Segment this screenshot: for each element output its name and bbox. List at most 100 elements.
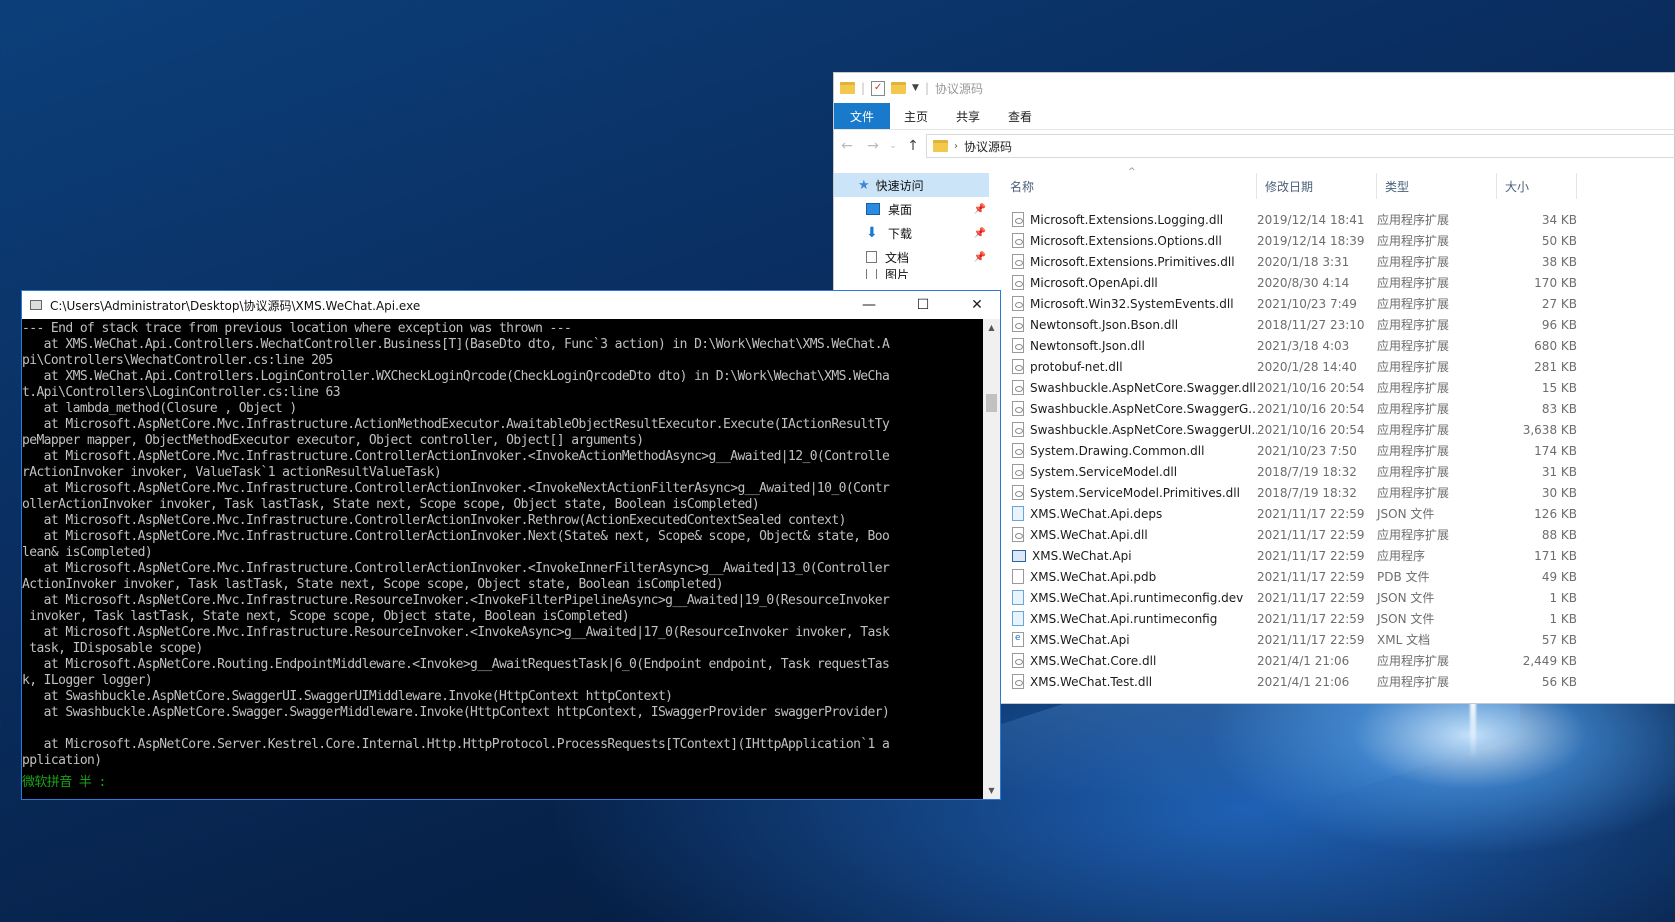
list-item[interactable]: Microsoft.OpenApi.dll 2020/8/30 4:14 应用程序扩… [1002,272,1674,293]
file-name-cell: XMS.WeChat.Api.pdb [1002,569,1257,584]
nav-item-desktop[interactable]: 桌面 📌 [834,197,994,221]
list-item[interactable]: Newtonsoft.Json.Bson.dll 2018/11/27 23:10… [1002,314,1674,335]
list-item[interactable]: Microsoft.Extensions.Options.dll 2019/12/… [1002,230,1674,251]
list-item[interactable]: XMS.WeChat.Core.dll 2021/4/1 21:06 应用程序扩展 2… [1002,650,1674,671]
file-size: 174 KB [1534,443,1577,458]
column-header-date[interactable]: 修改日期 [1257,173,1377,199]
file-type: 应用程序扩展 [1377,402,1450,416]
wallpaper-light-core [1470,700,1476,760]
dll-file-icon [1012,233,1024,248]
scroll-up-icon[interactable]: ▲ [983,319,1000,336]
dll-file-icon [1012,443,1024,458]
file-type: 应用程序扩展 [1377,360,1450,374]
list-item[interactable]: System.Drawing.Common.dll 2021/10/23 7:50… [1002,440,1674,461]
list-item[interactable]: Microsoft.Extensions.Logging.dll 2019/12/… [1002,209,1674,230]
console-line: pi\Controllers\WechatController.cs:line … [22,353,333,368]
list-item[interactable]: Swashbuckle.AspNetCore.SwaggerUI... 2021/… [1002,419,1674,440]
console-line: at lambda_method(Closure , Object ) [22,401,298,416]
file-date: 2021/11/17 22:59 [1257,569,1365,584]
tab-view[interactable]: 查看 [994,103,1046,129]
console-app-icon[interactable] [30,300,42,310]
file-name-cell: Microsoft.OpenApi.dll [1002,275,1257,290]
scroll-down-icon[interactable]: ▼ [983,782,1000,799]
file-type: JSON 文件 [1377,612,1435,626]
list-item-partial[interactable] [1002,199,1674,209]
nav-item-documents[interactable]: 文档 📌 [834,245,994,269]
dll-file-icon [1012,317,1024,332]
up-icon[interactable]: ↑ [900,138,926,154]
tab-file[interactable]: 文件 [834,103,891,129]
file-name-cell: Swashbuckle.AspNetCore.SwaggerG... [1002,401,1257,416]
nav-item-quick-access[interactable]: ★ 快速访问 [834,173,989,197]
recent-locations-icon[interactable]: ⌄ [886,141,900,151]
list-item[interactable]: XMS.WeChat.Api 2021/11/17 22:59 应用程序 171 KB [1002,545,1674,566]
address-bar[interactable]: › 协议源码 [926,134,1675,158]
list-item[interactable]: XMS.WeChat.Test.dll 2021/4/1 21:06 应用程序扩展 5… [1002,671,1674,692]
dll-file-icon [1012,359,1024,374]
list-item[interactable]: protobuf-net.dll 2020/1/28 14:40 应用程序扩展 281… [1002,356,1674,377]
list-item[interactable]: Swashbuckle.AspNetCore.Swagger.dll 2021/1… [1002,377,1674,398]
list-item[interactable]: System.ServiceModel.dll 2018/7/19 18:32 应用… [1002,461,1674,482]
file-name-cell: Microsoft.Extensions.Logging.dll [1002,212,1257,227]
tab-share[interactable]: 共享 [942,103,994,129]
console-line: ActionInvoker invoker, Task lastTask, St… [22,577,724,592]
list-item[interactable]: Microsoft.Extensions.Primitives.dll 2020/… [1002,251,1674,272]
nav-item-downloads[interactable]: ⬇ 下载 📌 [834,221,994,245]
file-date: 2019/12/14 18:39 [1257,233,1365,248]
file-name: System.Drawing.Common.dll [1030,443,1205,458]
list-item[interactable]: Swashbuckle.AspNetCore.SwaggerG... 2021/1… [1002,398,1674,419]
properties-icon[interactable]: ✓ [871,80,886,96]
console-line: k, ILogger logger) [22,673,153,688]
list-item[interactable]: Newtonsoft.Json.dll 2021/3/18 4:03 应用程序扩展 6… [1002,335,1674,356]
list-item[interactable]: XMS.WeChat.Api.deps 2021/11/17 22:59 JSON … [1002,503,1674,524]
file-date: 2021/4/1 21:06 [1257,653,1350,668]
dll-file-icon [1012,275,1024,290]
file-type: 应用程序扩展 [1377,213,1450,227]
pin-icon: 📌 [973,251,986,263]
qat-dropdown-icon[interactable]: ▼ [912,83,919,93]
back-icon[interactable]: ← [834,138,860,154]
maximize-button[interactable]: ☐ [900,297,946,313]
file-size: 281 KB [1534,359,1577,374]
list-item[interactable]: Microsoft.Win32.SystemEvents.dll 2021/10/… [1002,293,1674,314]
desktop-icon [866,203,880,215]
file-name-cell: XMS.WeChat.Test.dll [1002,674,1257,689]
dll-file-icon [1012,527,1024,542]
file-name-cell: XMS.WeChat.Api [1002,549,1257,563]
file-size: 126 KB [1534,506,1577,521]
list-item[interactable]: System.ServiceModel.Primitives.dll 2018/7… [1002,482,1674,503]
file-type: 应用程序扩展 [1377,675,1450,689]
list-item[interactable]: XMS.WeChat.Api 2021/11/17 22:59 XML 文档 57 K… [1002,629,1674,650]
file-size: 170 KB [1534,275,1577,290]
column-header-size[interactable]: 大小 [1497,173,1577,199]
file-size: 3,638 KB [1522,422,1577,437]
list-item[interactable]: XMS.WeChat.Api.runtimeconfig 2021/11/17 2… [1002,608,1674,629]
forward-icon[interactable]: → [860,138,886,154]
json-file-icon [1012,590,1024,605]
console-line: at Microsoft.AspNetCore.Mvc.Infrastructu… [22,625,890,640]
scroll-thumb[interactable] [986,394,997,412]
file-date: 2021/11/17 22:59 [1257,590,1365,605]
minimize-button[interactable]: — [846,297,892,313]
file-size: 49 KB [1541,569,1577,584]
file-name: System.ServiceModel.Primitives.dll [1030,485,1240,500]
tab-home[interactable]: 主页 [890,103,942,129]
nav-item-pictures[interactable]: 图片 [834,269,994,279]
dll-file-icon [1012,422,1024,437]
file-name: Microsoft.OpenApi.dll [1030,275,1158,290]
file-name-cell: Swashbuckle.AspNetCore.SwaggerUI... [1002,422,1257,437]
breadcrumb[interactable]: 协议源码 [964,138,1012,155]
list-item[interactable]: XMS.WeChat.Api.pdb 2021/11/17 22:59 PDB 文件… [1002,566,1674,587]
chevron-right-icon[interactable]: › [954,141,958,152]
console-scrollbar[interactable]: ▲ ▼ [983,319,1000,799]
new-folder-icon[interactable] [891,82,907,94]
console-line: at Swashbuckle.AspNetCore.SwaggerUI.Swag… [22,689,673,704]
file-type: 应用程序扩展 [1377,486,1450,500]
list-item[interactable]: XMS.WeChat.Api.dll 2021/11/17 22:59 应用程序扩展… [1002,524,1674,545]
console-output[interactable]: --- End of stack trace from previous loc… [22,319,983,799]
list-item[interactable]: XMS.WeChat.Api.runtimeconfig.dev 2021/11/… [1002,587,1674,608]
column-header-type[interactable]: 类型 [1377,173,1497,199]
address-row: ← → ⌄ ↑ › 协议源码 [834,130,1675,162]
close-button[interactable]: ✕ [954,297,1000,313]
